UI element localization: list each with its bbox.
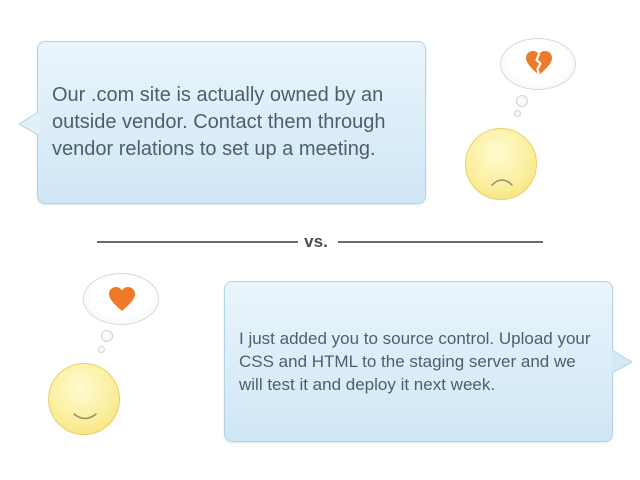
vs-label: vs. [304,232,328,251]
bottom-speech-bubble: I just added you to source control. Uplo… [224,281,613,442]
top-thought-cloud [500,38,576,90]
thought-dot-large [516,95,528,107]
bottom-thought-cloud [83,273,159,325]
divider-line-right [338,241,543,243]
broken-heart-icon [526,51,552,76]
top-bubble-tail [18,112,40,136]
thought-dot-small [98,346,105,353]
sad-face-icon [465,128,537,200]
happy-face-icon [48,363,120,435]
top-speech-bubble: Our .com site is actually owned by an ou… [37,41,426,204]
heart-icon [109,287,135,311]
thought-dot-small [514,110,521,117]
top-message-text: Our .com site is actually owned by an ou… [52,84,386,160]
thought-dot-large [101,330,113,342]
vs-divider: vs. [97,232,543,252]
bottom-bubble-tail [612,350,634,374]
divider-line-left [97,241,298,243]
bottom-message-text: I just added you to source control. Uplo… [239,329,591,394]
